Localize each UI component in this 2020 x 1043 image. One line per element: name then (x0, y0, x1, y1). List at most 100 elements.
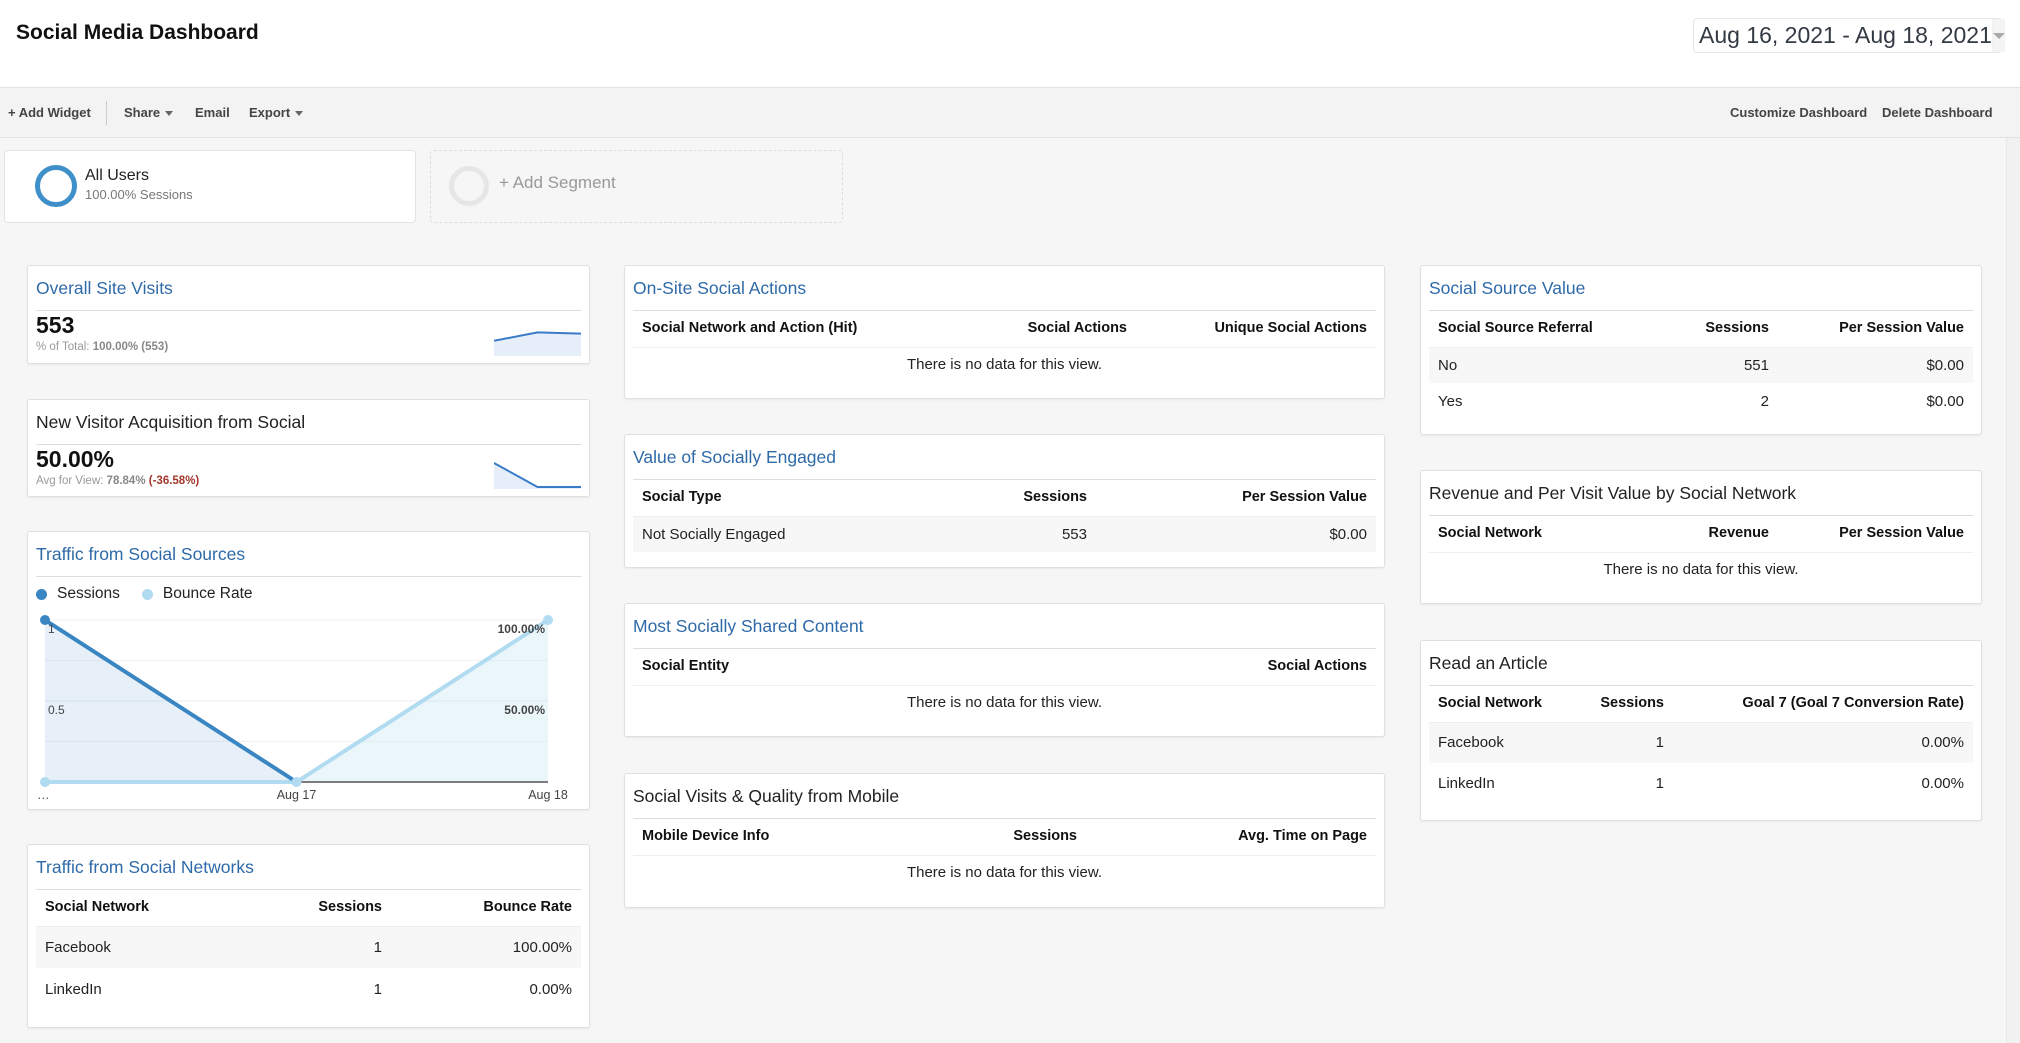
data-table: Social Network Sessions Bounce Rate Face… (36, 889, 581, 1010)
x-tick-label: Aug 18 (528, 788, 568, 802)
cell: 553 (940, 516, 1096, 552)
widget-most-shared-content: Most Socially Shared Content Social Enti… (624, 603, 1385, 737)
data-table: Mobile Device Info Sessions Avg. Time on… (633, 818, 1376, 890)
column-header: Social Entity (633, 648, 984, 686)
customize-dashboard-button[interactable]: Customize Dashboard (1730, 88, 1867, 138)
cell: LinkedIn (1438, 775, 1495, 792)
toolbar-divider (106, 101, 107, 125)
add-segment-button[interactable]: + Add Segment (430, 150, 843, 223)
column-header: Sessions (1575, 685, 1673, 723)
table-row: Facebook 1 100.00% (36, 926, 581, 968)
widget-title[interactable]: Most Socially Shared Content (633, 616, 864, 637)
column-header: Unique Social Actions (1136, 310, 1376, 348)
cell: Not Socially Engaged (633, 516, 941, 552)
widget-onsite-social-actions: On-Site Social Actions Social Network an… (624, 265, 1385, 399)
legend-item-bounce-rate[interactable]: Bounce Rate (141, 585, 253, 603)
sparkline-area (494, 463, 581, 489)
share-button[interactable]: Share (124, 88, 174, 138)
table-row: LinkedIn 1 0.00% (1429, 763, 1973, 804)
column-header: Social Source Referral (1429, 310, 1666, 348)
column-header: Sessions (940, 479, 1096, 517)
table-row: Not Socially Engaged 553 $0.00 (633, 516, 1376, 552)
widget-title[interactable]: Traffic from Social Sources (36, 544, 245, 565)
legend-item-sessions[interactable]: Sessions (36, 585, 120, 603)
chart-legend: Sessions Bounce Rate (36, 585, 275, 603)
data-table: Social Network Revenue Per Session Value… (1429, 515, 1973, 587)
segment-sessions: 100.00% Sessions (85, 187, 193, 202)
column-header: Social Network (1429, 685, 1576, 723)
y-left-tick-label: 1 (48, 622, 55, 636)
widget-title: Read an Article (1429, 653, 1548, 673)
data-table: Social Network Sessions Goal 7 (Goal 7 C… (1429, 685, 1973, 804)
empty-message: There is no data for this view. (906, 694, 1103, 712)
widget-title[interactable]: Value of Socially Engaged (633, 447, 836, 468)
widget-traffic-social-sources: Traffic from Social Sources Sessions Bou… (27, 531, 590, 810)
export-label: Export (249, 105, 291, 120)
widget-title[interactable]: Traffic from Social Networks (36, 857, 254, 878)
page-scrollbar[interactable] (2006, 138, 2020, 1043)
column-header: Social Type (633, 479, 941, 517)
cell: LinkedIn (45, 980, 102, 998)
sparkline (494, 331, 581, 356)
widget-title: Revenue and Per Visit Value by Social Ne… (1429, 483, 1797, 503)
table-row: There is no data for this view. (1429, 552, 1973, 587)
x-tick-label: Aug 17 (277, 788, 317, 802)
export-button[interactable]: Export (249, 88, 304, 138)
column-header: Social Network (36, 889, 249, 927)
sub-value: 100.00% (553) (92, 341, 169, 353)
bounce-rate-point (40, 777, 50, 787)
cell: $0.00 (1778, 347, 1973, 383)
widget-title[interactable]: On-Site Social Actions (633, 278, 806, 299)
cell: Facebook (1429, 722, 1576, 763)
sparkline-area (494, 332, 581, 356)
cell: 100.00% (391, 926, 581, 968)
empty-message: There is no data for this view. (906, 864, 1103, 882)
data-table: Social Entity Social Actions There is no… (633, 648, 1376, 720)
add-segment-label: + Add Segment (499, 173, 616, 192)
date-range-dropdown-button[interactable] (1991, 19, 2005, 52)
column-header: Social Actions (967, 310, 1136, 348)
empty-message: There is no data for this view. (906, 356, 1103, 374)
column-header: Mobile Device Info (633, 818, 923, 856)
widget-title: Social Visits & Quality from Mobile (633, 786, 900, 806)
column-header: Per Session Value (1096, 479, 1376, 517)
divider (36, 576, 581, 577)
metric-value: 50.00% (36, 446, 115, 472)
cell: $0.00 (1096, 516, 1376, 552)
legend-dot-icon (141, 588, 153, 600)
cell: 551 (1665, 347, 1778, 383)
column-header: Per Session Value (1778, 515, 1973, 553)
cell: 0.00% (1921, 775, 1964, 792)
widget-social-visits-mobile: Social Visits & Quality from Mobile Mobi… (624, 773, 1385, 908)
segment-all-users[interactable]: All Users 100.00% Sessions (4, 150, 416, 223)
add-widget-button[interactable]: + Add Widget (8, 88, 91, 138)
caret-down-icon (165, 111, 174, 117)
column-header: Goal 7 (Goal 7 Conversion Rate) (1673, 685, 1973, 723)
widget-title[interactable]: Overall Site Visits (36, 278, 173, 299)
table-row: Facebook 1 0.00% (1429, 722, 1973, 763)
segment-ring-icon (449, 166, 489, 206)
widget-new-visitor-acquisition: New Visitor Acquisition from Social 50.0… (27, 399, 590, 497)
email-button[interactable]: Email (195, 88, 230, 138)
widget-title[interactable]: Social Source Value (1429, 278, 1585, 299)
cell: 1 (373, 980, 382, 998)
dashboard-toolbar: + Add Widget Share Email Export Customiz… (0, 88, 2020, 138)
sub-value: 78.84% (106, 475, 146, 487)
table-row: There is no data for this view. (633, 855, 1376, 890)
y-right-tick-label: 50.00% (504, 703, 545, 717)
cell: 0.00% (529, 980, 572, 998)
metric-subline: % of Total: 100.00% (553) (36, 341, 168, 353)
date-range-picker[interactable]: Aug 16, 2021 - Aug 18, 2021 (1693, 18, 2005, 53)
delete-dashboard-button[interactable]: Delete Dashboard (1882, 88, 1993, 138)
metric-value: 553 (36, 312, 75, 338)
cell: 1 (1575, 722, 1673, 763)
column-header: Social Actions (983, 648, 1376, 686)
column-header: Social Network (1429, 515, 1642, 553)
x-tick-label: … (37, 788, 50, 802)
cell: Facebook (36, 926, 249, 968)
segment-ring-icon (35, 165, 77, 207)
table-row: LinkedIn 1 0.00% (36, 968, 581, 1010)
divider (36, 444, 581, 445)
legend-label: Sessions (57, 585, 120, 602)
widget-traffic-social-networks: Traffic from Social Networks Social Netw… (27, 844, 590, 1028)
